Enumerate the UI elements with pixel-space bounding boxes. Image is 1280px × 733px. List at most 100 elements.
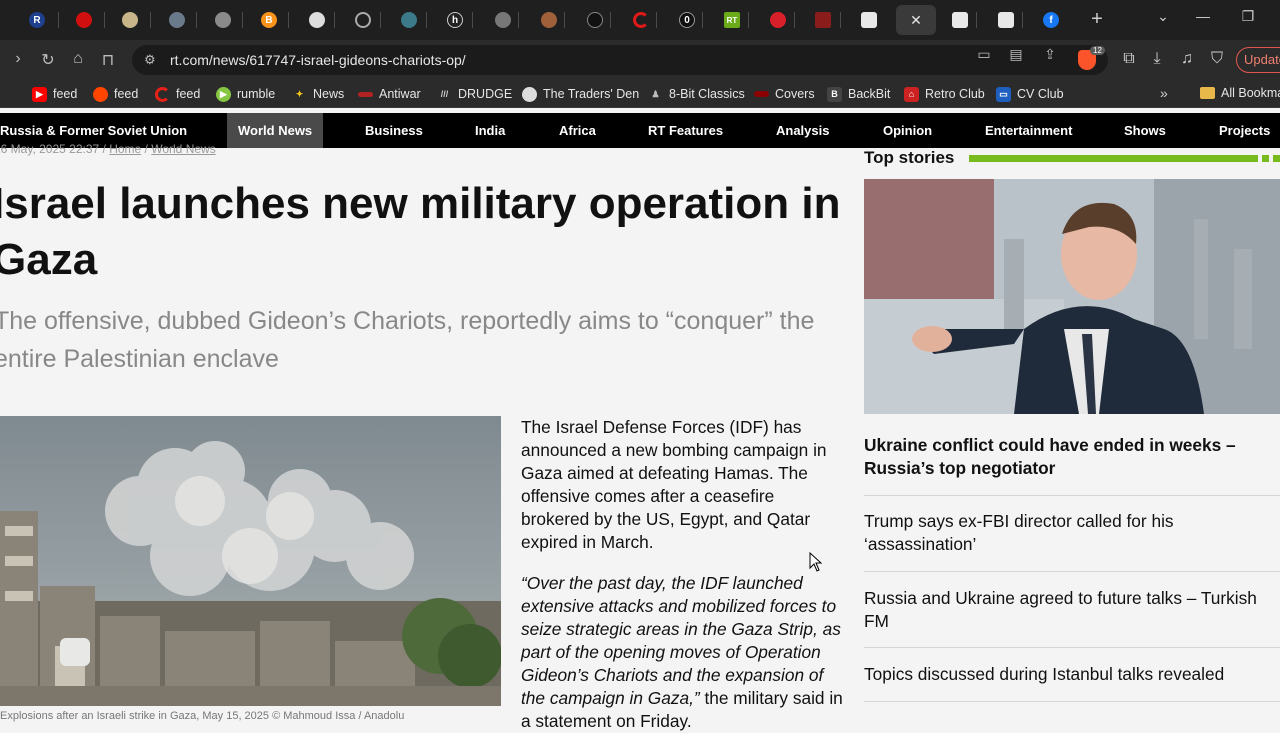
tab[interactable]: R — [22, 5, 52, 35]
bookmark-label: Retro Club — [925, 87, 985, 101]
tab-separator — [242, 12, 243, 28]
download-icon[interactable]: ⤓ — [1146, 50, 1168, 68]
tab[interactable]: h — [440, 5, 470, 35]
vpn-shield-icon[interactable]: ⛉ — [1206, 50, 1228, 68]
top-story-item[interactable]: Trump says ex-FBI director called for hi… — [864, 510, 1274, 556]
c-logo-icon — [633, 12, 649, 28]
tab[interactable] — [348, 5, 378, 35]
bookmark-item[interactable]: feed — [155, 86, 200, 102]
tab[interactable] — [534, 5, 564, 35]
tab[interactable] — [945, 5, 975, 35]
tab[interactable] — [162, 5, 192, 35]
nav-business[interactable]: Business — [365, 113, 423, 148]
bookmark-item[interactable]: ▶ feed — [32, 86, 77, 102]
update-button[interactable]: Update — [1236, 47, 1280, 73]
minimize-button[interactable]: — — [1191, 8, 1215, 24]
story-divider — [864, 701, 1280, 702]
forward-icon[interactable]: › — [8, 50, 28, 68]
tab-separator — [976, 12, 977, 28]
breadcrumb-section[interactable]: World News — [151, 142, 215, 156]
bookmark-item[interactable]: Covers — [754, 86, 815, 102]
bookmark-label: News — [313, 87, 345, 101]
folder-icon — [1200, 87, 1215, 99]
tab-separator — [656, 12, 657, 28]
breadcrumb-home[interactable]: Home — [109, 142, 141, 156]
publish-date: 16 May, 2025 22:37 — [0, 142, 100, 156]
site-settings-icon[interactable]: ⚙ — [144, 52, 156, 68]
nav-africa[interactable]: Africa — [559, 113, 596, 148]
tab[interactable] — [854, 5, 884, 35]
home-icon[interactable]: ⌂ — [68, 50, 88, 68]
active-tab[interactable]: ✕ — [896, 5, 936, 35]
bookmark-item[interactable]: /// DRUDGE — [437, 86, 512, 102]
tab[interactable]: RT — [717, 5, 747, 35]
tab-search-icon[interactable]: ⌄ — [1151, 8, 1175, 25]
media-icon[interactable]: ♫ — [1176, 50, 1198, 68]
nav-world-news[interactable]: World News — [227, 113, 324, 148]
address-bar[interactable]: ⚙ rt.com/news/617747-israel-gideons-char… — [132, 45, 1108, 75]
tab[interactable]: 0 — [672, 5, 702, 35]
top-story-item[interactable]: Topics discussed during Istanbul talks r… — [864, 663, 1274, 686]
top-story-photo[interactable] — [864, 179, 1280, 414]
new-tab-button[interactable]: + — [1085, 8, 1109, 31]
bookmark-item[interactable]: Antiwar — [358, 86, 421, 102]
nav-analysis[interactable]: Analysis — [776, 113, 829, 148]
reader-mode-icon[interactable]: ▤ — [1006, 46, 1026, 63]
tab[interactable] — [808, 5, 838, 35]
bookmark-label: DRUDGE — [458, 87, 513, 101]
share-icon[interactable]: ⇪ — [1040, 46, 1060, 63]
bookmark-item[interactable]: feed — [93, 86, 138, 102]
tab[interactable]: B — [254, 5, 284, 35]
tab[interactable] — [488, 5, 518, 35]
story-divider — [864, 495, 1280, 496]
tab[interactable] — [115, 5, 145, 35]
archive-icon — [495, 12, 511, 28]
8bit-icon: ♟ — [651, 88, 660, 99]
nav-opinion[interactable]: Opinion — [883, 113, 932, 148]
bookmark-item[interactable]: ▭ CV Club — [996, 86, 1064, 102]
tab[interactable] — [763, 5, 793, 35]
record-icon — [76, 12, 92, 28]
nav-india[interactable]: India — [475, 113, 505, 148]
photo-caption: Explosions after an Israeli strike in Ga… — [0, 710, 405, 722]
bookmark-item[interactable]: ▶ rumble — [216, 86, 275, 102]
nav-projects[interactable]: Projects — [1219, 113, 1270, 148]
tab[interactable] — [991, 5, 1021, 35]
bookmark-item[interactable]: B BackBit — [827, 86, 890, 102]
top-story-item[interactable]: Russia and Ukraine agreed to future talk… — [864, 587, 1274, 633]
tab-separator — [380, 12, 381, 28]
tab[interactable] — [208, 5, 238, 35]
tab[interactable]: f — [1036, 5, 1066, 35]
tab[interactable] — [626, 5, 656, 35]
bookmark-item[interactable]: The Traders' Den — [522, 86, 639, 102]
tab[interactable] — [394, 5, 424, 35]
profile-icon — [861, 12, 877, 28]
bookmark-icon[interactable]: ⊓ — [98, 50, 118, 70]
tab[interactable] — [69, 5, 99, 35]
nav-shows[interactable]: Shows — [1124, 113, 1166, 148]
tab[interactable] — [580, 5, 610, 35]
bookmark-label: Antiwar — [379, 87, 421, 101]
profile-icon — [952, 12, 968, 28]
no-entry-icon — [587, 12, 603, 28]
more-bookmarks-icon[interactable]: » — [1160, 85, 1168, 101]
article-photo[interactable] — [0, 416, 501, 706]
all-bookmarks-folder[interactable]: All Bookmarks — [1200, 86, 1280, 100]
bookmark-item[interactable]: ⌂ Retro Club — [904, 86, 985, 102]
planet-icon — [401, 12, 417, 28]
bookmark-label: rumble — [237, 87, 276, 101]
nav-entertainment[interactable]: Entertainment — [985, 113, 1072, 148]
tab-separator — [426, 12, 427, 28]
tab[interactable] — [302, 5, 332, 35]
cast-icon[interactable]: ▭ — [974, 46, 994, 63]
extensions-icon[interactable]: ⧉ — [1118, 50, 1140, 68]
top-story-lead[interactable]: Ukraine conflict could have ended in wee… — [864, 434, 1274, 480]
zero-icon: 0 — [679, 12, 695, 28]
restore-button[interactable]: ❐ — [1236, 8, 1260, 25]
nav-rt-features[interactable]: RT Features — [648, 113, 723, 148]
url-text[interactable]: rt.com/news/617747-israel-gideons-chario… — [170, 52, 466, 68]
reload-icon[interactable]: ↻ — [38, 50, 58, 70]
bookmark-item[interactable]: ✦ News — [292, 86, 345, 102]
bookmark-item[interactable]: ♟ 8-Bit Classics — [648, 86, 744, 102]
close-tab-icon[interactable]: ✕ — [910, 12, 922, 29]
